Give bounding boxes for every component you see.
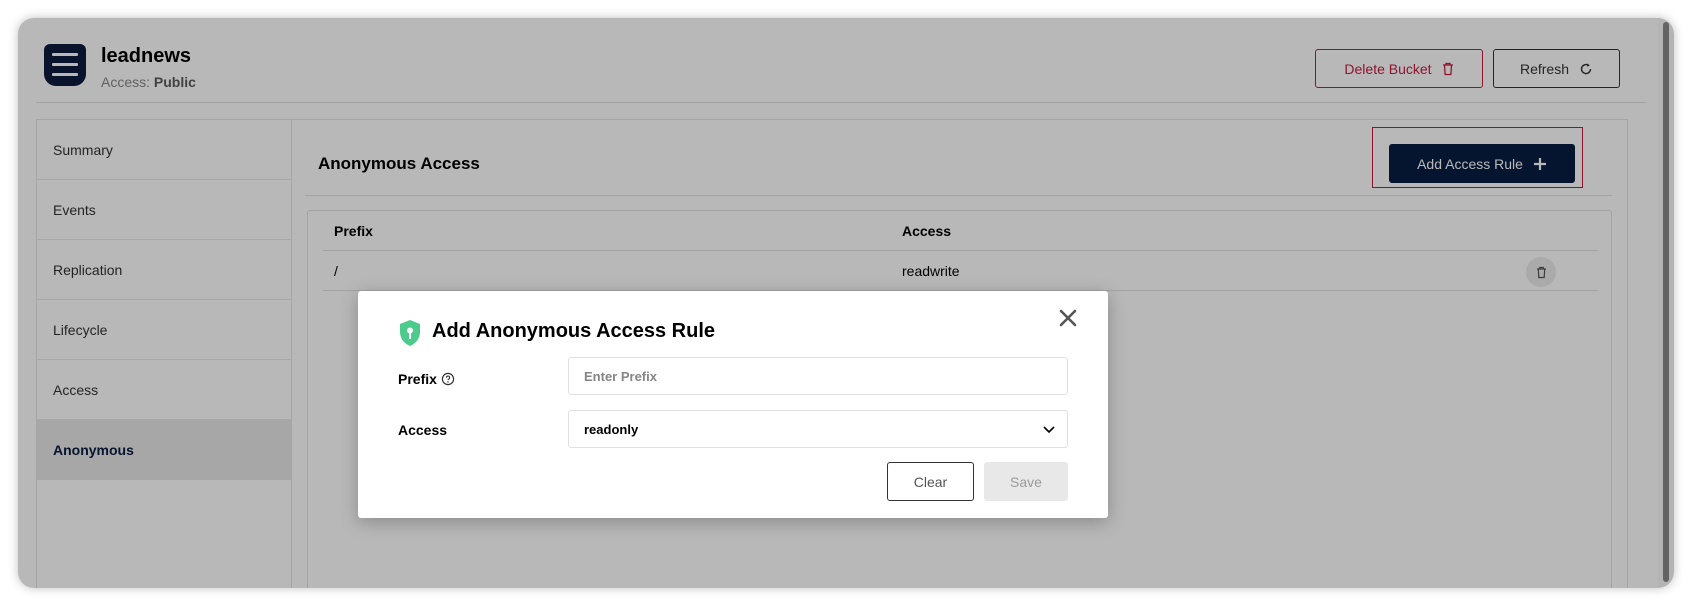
access-field-label: Access bbox=[398, 422, 447, 438]
prefix-label: Prefix bbox=[398, 371, 437, 387]
save-button[interactable]: Save bbox=[984, 462, 1068, 501]
access-select[interactable]: readonly bbox=[568, 410, 1068, 448]
prefix-field-label: Prefix bbox=[398, 371, 455, 387]
help-icon[interactable] bbox=[441, 372, 455, 386]
access-label: Access bbox=[398, 422, 448, 438]
shield-icon bbox=[400, 320, 420, 346]
chevron-down-icon bbox=[1043, 426, 1055, 434]
clear-button[interactable]: Clear bbox=[887, 462, 974, 501]
access-select-value: readonly bbox=[584, 421, 639, 437]
app-window: leadnews Access: Public Delete Bucket Re… bbox=[18, 18, 1674, 588]
add-rule-modal: Add Anonymous Access Rule Prefix Access … bbox=[358, 291, 1108, 518]
modal-title: Add Anonymous Access Rule bbox=[432, 320, 716, 342]
prefix-input[interactable] bbox=[568, 357, 1068, 395]
close-icon[interactable] bbox=[1057, 307, 1079, 329]
